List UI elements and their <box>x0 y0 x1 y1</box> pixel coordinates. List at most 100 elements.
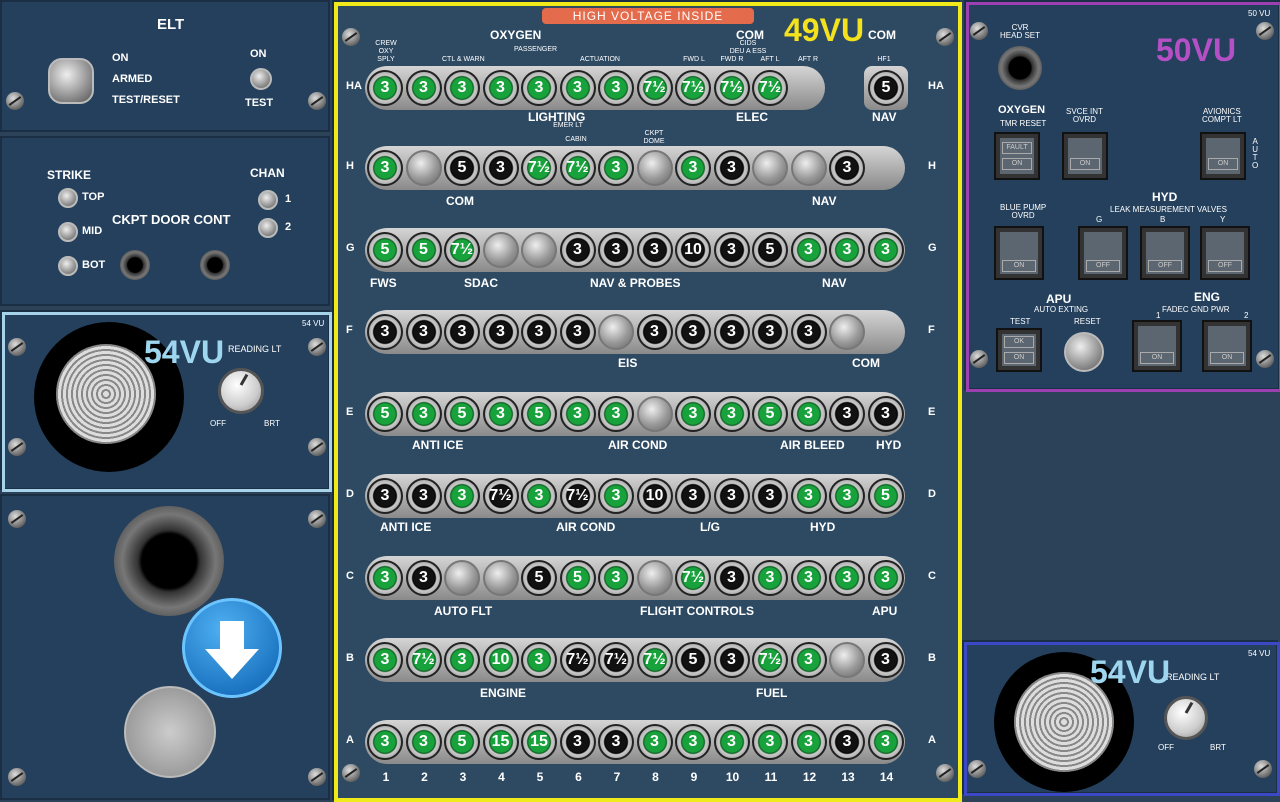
circuit-breaker-c-9[interactable]: 7½ <box>675 560 711 596</box>
circuit-breaker-ha-1[interactable]: 3 <box>367 70 403 106</box>
circuit-breaker-d-10[interactable]: 3 <box>713 478 750 514</box>
circuit-breaker-c-13[interactable]: 3 <box>829 560 865 596</box>
circuit-breaker-a-6[interactable]: 3 <box>559 724 596 760</box>
circuit-breaker-h-7[interactable]: 3 <box>598 150 634 186</box>
circuit-breaker-ha-9[interactable]: 7½ <box>675 70 711 106</box>
circuit-breaker-c-8[interactable] <box>636 560 673 596</box>
circuit-breaker-c-2[interactable]: 3 <box>405 560 442 596</box>
circuit-breaker-ha-6[interactable]: 3 <box>559 70 596 106</box>
circuit-breaker-b-5[interactable]: 3 <box>521 642 557 678</box>
circuit-breaker-b-9[interactable]: 5 <box>675 642 711 678</box>
circuit-breaker-h-13[interactable]: 3 <box>829 150 865 186</box>
circuit-breaker-h-2[interactable] <box>405 150 442 186</box>
circuit-breaker-b-13[interactable] <box>829 642 865 678</box>
circuit-breaker-d-11[interactable]: 3 <box>752 478 788 514</box>
circuit-breaker-b-6[interactable]: 7½ <box>559 642 596 678</box>
circuit-breaker-g-1[interactable]: 5 <box>367 232 403 268</box>
down-arrow-button[interactable] <box>182 598 282 698</box>
circuit-breaker-h-6[interactable]: 7½ <box>559 150 596 186</box>
circuit-breaker-a-9[interactable]: 3 <box>675 724 711 760</box>
circuit-breaker-g-11[interactable]: 5 <box>752 232 788 268</box>
circuit-breaker-d-7[interactable]: 3 <box>598 478 634 514</box>
circuit-breaker-e-3[interactable]: 5 <box>444 396 480 432</box>
circuit-breaker-c-14[interactable]: 3 <box>867 560 904 596</box>
circuit-breaker-e-12[interactable]: 3 <box>790 396 827 432</box>
circuit-breaker-ha-7[interactable]: 3 <box>598 70 634 106</box>
circuit-breaker-c-1[interactable]: 3 <box>367 560 403 596</box>
circuit-breaker-d-8[interactable]: 10 <box>636 478 673 514</box>
circuit-breaker-a-14[interactable]: 3 <box>867 724 904 760</box>
circuit-breaker-e-7[interactable]: 3 <box>598 396 634 432</box>
circuit-breaker-c-12[interactable]: 3 <box>790 560 827 596</box>
circuit-breaker-h-9[interactable]: 3 <box>675 150 711 186</box>
circuit-breaker-e-14[interactable]: 3 <box>867 396 904 432</box>
circuit-breaker-f-2[interactable]: 3 <box>405 314 442 350</box>
circuit-breaker-hf1[interactable]: 5 <box>868 70 904 106</box>
chan2-button[interactable] <box>258 218 278 238</box>
circuit-breaker-h-8[interactable] <box>636 150 673 186</box>
circuit-breaker-f-5[interactable]: 3 <box>521 314 557 350</box>
circuit-breaker-f-8[interactable]: 3 <box>636 314 673 350</box>
circuit-breaker-g-6[interactable]: 3 <box>559 232 596 268</box>
circuit-breaker-b-1[interactable]: 3 <box>367 642 403 678</box>
circuit-breaker-ha-10[interactable]: 7½ <box>713 70 750 106</box>
circuit-breaker-a-5[interactable]: 15 <box>521 724 557 760</box>
circuit-breaker-f-1[interactable]: 3 <box>367 314 403 350</box>
circuit-breaker-d-4[interactable]: 7½ <box>482 478 519 514</box>
circuit-breaker-h-10[interactable]: 3 <box>713 150 750 186</box>
circuit-breaker-b-12[interactable]: 3 <box>790 642 827 678</box>
circuit-breaker-b-14[interactable]: 3 <box>867 642 904 678</box>
circuit-breaker-c-7[interactable]: 3 <box>598 560 634 596</box>
circuit-breaker-f-6[interactable]: 3 <box>559 314 596 350</box>
circuit-breaker-e-1[interactable]: 5 <box>367 396 403 432</box>
chan1-button[interactable] <box>258 190 278 210</box>
circuit-breaker-a-4[interactable]: 15 <box>482 724 519 760</box>
circuit-breaker-g-3[interactable]: 7½ <box>444 232 480 268</box>
circuit-breaker-f-11[interactable]: 3 <box>752 314 788 350</box>
circuit-breaker-g-13[interactable]: 3 <box>829 232 865 268</box>
circuit-breaker-h-3[interactable]: 5 <box>444 150 480 186</box>
circuit-breaker-h-4[interactable]: 3 <box>482 150 519 186</box>
circuit-breaker-a-11[interactable]: 3 <box>752 724 788 760</box>
circuit-breaker-f-3[interactable]: 3 <box>444 314 480 350</box>
circuit-breaker-d-2[interactable]: 3 <box>405 478 442 514</box>
circuit-breaker-e-9[interactable]: 3 <box>675 396 711 432</box>
circuit-breaker-g-5[interactable] <box>521 232 557 268</box>
circuit-breaker-d-6[interactable]: 7½ <box>559 478 596 514</box>
circuit-breaker-g-9[interactable]: 10 <box>675 232 711 268</box>
circuit-breaker-g-10[interactable]: 3 <box>713 232 750 268</box>
circuit-breaker-c-5[interactable]: 5 <box>521 560 557 596</box>
circuit-breaker-g-12[interactable]: 3 <box>790 232 827 268</box>
circuit-breaker-e-8[interactable] <box>636 396 673 432</box>
circuit-breaker-d-3[interactable]: 3 <box>444 478 480 514</box>
circuit-breaker-d-12[interactable]: 3 <box>790 478 827 514</box>
circuit-breaker-ha-2[interactable]: 3 <box>405 70 442 106</box>
circuit-breaker-ha-3[interactable]: 3 <box>444 70 480 106</box>
circuit-breaker-a-10[interactable]: 3 <box>713 724 750 760</box>
circuit-breaker-e-5[interactable]: 5 <box>521 396 557 432</box>
circuit-breaker-c-10[interactable]: 3 <box>713 560 750 596</box>
circuit-breaker-e-4[interactable]: 3 <box>482 396 519 432</box>
circuit-breaker-c-11[interactable]: 3 <box>752 560 788 596</box>
circuit-breaker-f-12[interactable]: 3 <box>790 314 827 350</box>
circuit-breaker-g-7[interactable]: 3 <box>598 232 634 268</box>
circuit-breaker-a-8[interactable]: 3 <box>636 724 673 760</box>
circuit-breaker-c-3[interactable] <box>444 560 480 596</box>
circuit-breaker-c-4[interactable] <box>482 560 519 596</box>
circuit-breaker-a-12[interactable]: 3 <box>790 724 827 760</box>
circuit-breaker-f-13[interactable] <box>829 314 865 350</box>
circuit-breaker-ha-5[interactable]: 3 <box>521 70 557 106</box>
circuit-breaker-b-2[interactable]: 7½ <box>405 642 442 678</box>
circuit-breaker-d-9[interactable]: 3 <box>675 478 711 514</box>
circuit-breaker-a-13[interactable]: 3 <box>829 724 865 760</box>
circuit-breaker-e-13[interactable]: 3 <box>829 396 865 432</box>
circuit-breaker-a-7[interactable]: 3 <box>598 724 634 760</box>
circuit-breaker-b-7[interactable]: 7½ <box>598 642 634 678</box>
circuit-breaker-d-5[interactable]: 3 <box>521 478 557 514</box>
elt-rotary-switch[interactable] <box>48 58 94 104</box>
circuit-breaker-d-13[interactable]: 3 <box>829 478 865 514</box>
circuit-breaker-g-4[interactable] <box>482 232 519 268</box>
strike-bot-button[interactable] <box>58 256 78 276</box>
circuit-breaker-b-3[interactable]: 3 <box>444 642 480 678</box>
circuit-breaker-h-11[interactable] <box>752 150 788 186</box>
